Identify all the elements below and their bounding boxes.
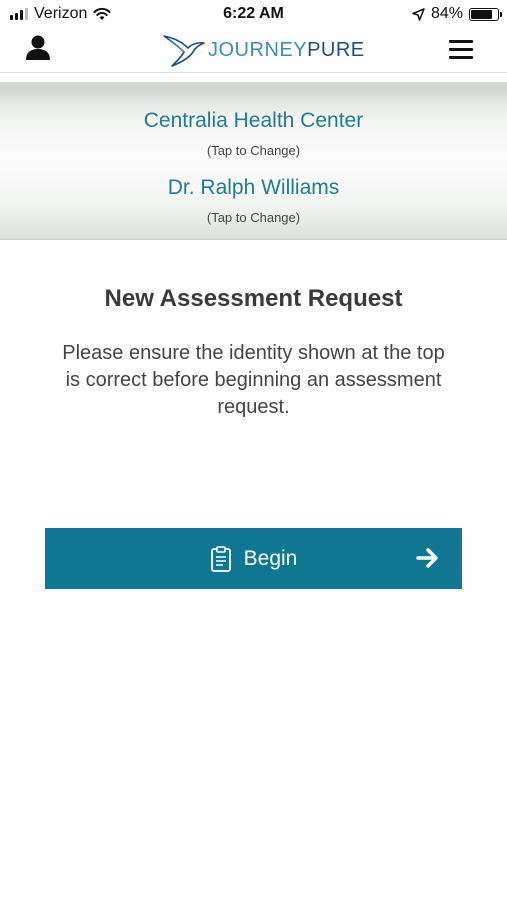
logo-part2: PURE xyxy=(307,38,365,61)
battery-icon xyxy=(469,7,502,21)
begin-button-label: Begin xyxy=(243,546,298,570)
user-icon[interactable] xyxy=(24,33,52,61)
status-bar: Verizon 6:22 AM 84% xyxy=(0,0,507,28)
page-description: Please ensure the identity shown at the … xyxy=(62,342,445,418)
facility-name[interactable]: Centralia Health Center xyxy=(0,109,507,133)
doctor-name[interactable]: Dr. Ralph Williams xyxy=(0,176,507,200)
begin-button-content: Begin xyxy=(45,528,462,589)
battery-percent: 84% xyxy=(430,5,463,22)
page-title: New Assessment Request xyxy=(104,285,403,312)
logo-text: JOURNEYPURE xyxy=(208,39,365,62)
facility-change-hint[interactable]: (Tap to Change) xyxy=(0,143,507,158)
begin-button[interactable]: Begin xyxy=(45,528,462,589)
doctor-change-hint[interactable]: (Tap to Change) xyxy=(0,210,507,225)
app-header: JOURNEYPURE xyxy=(0,28,507,73)
location-arrow-icon xyxy=(412,7,425,21)
logo-part1: JOURNEY xyxy=(208,38,308,61)
status-right: 84% xyxy=(412,5,502,23)
arrow-right-icon xyxy=(416,548,438,568)
logo: JOURNEYPURE xyxy=(162,31,365,69)
identity-banner: Centralia Health Center (Tap to Change) … xyxy=(0,82,507,240)
hamburger-menu-icon[interactable] xyxy=(449,40,473,60)
clipboard-icon xyxy=(210,545,231,572)
hummingbird-logo-icon xyxy=(163,35,205,67)
